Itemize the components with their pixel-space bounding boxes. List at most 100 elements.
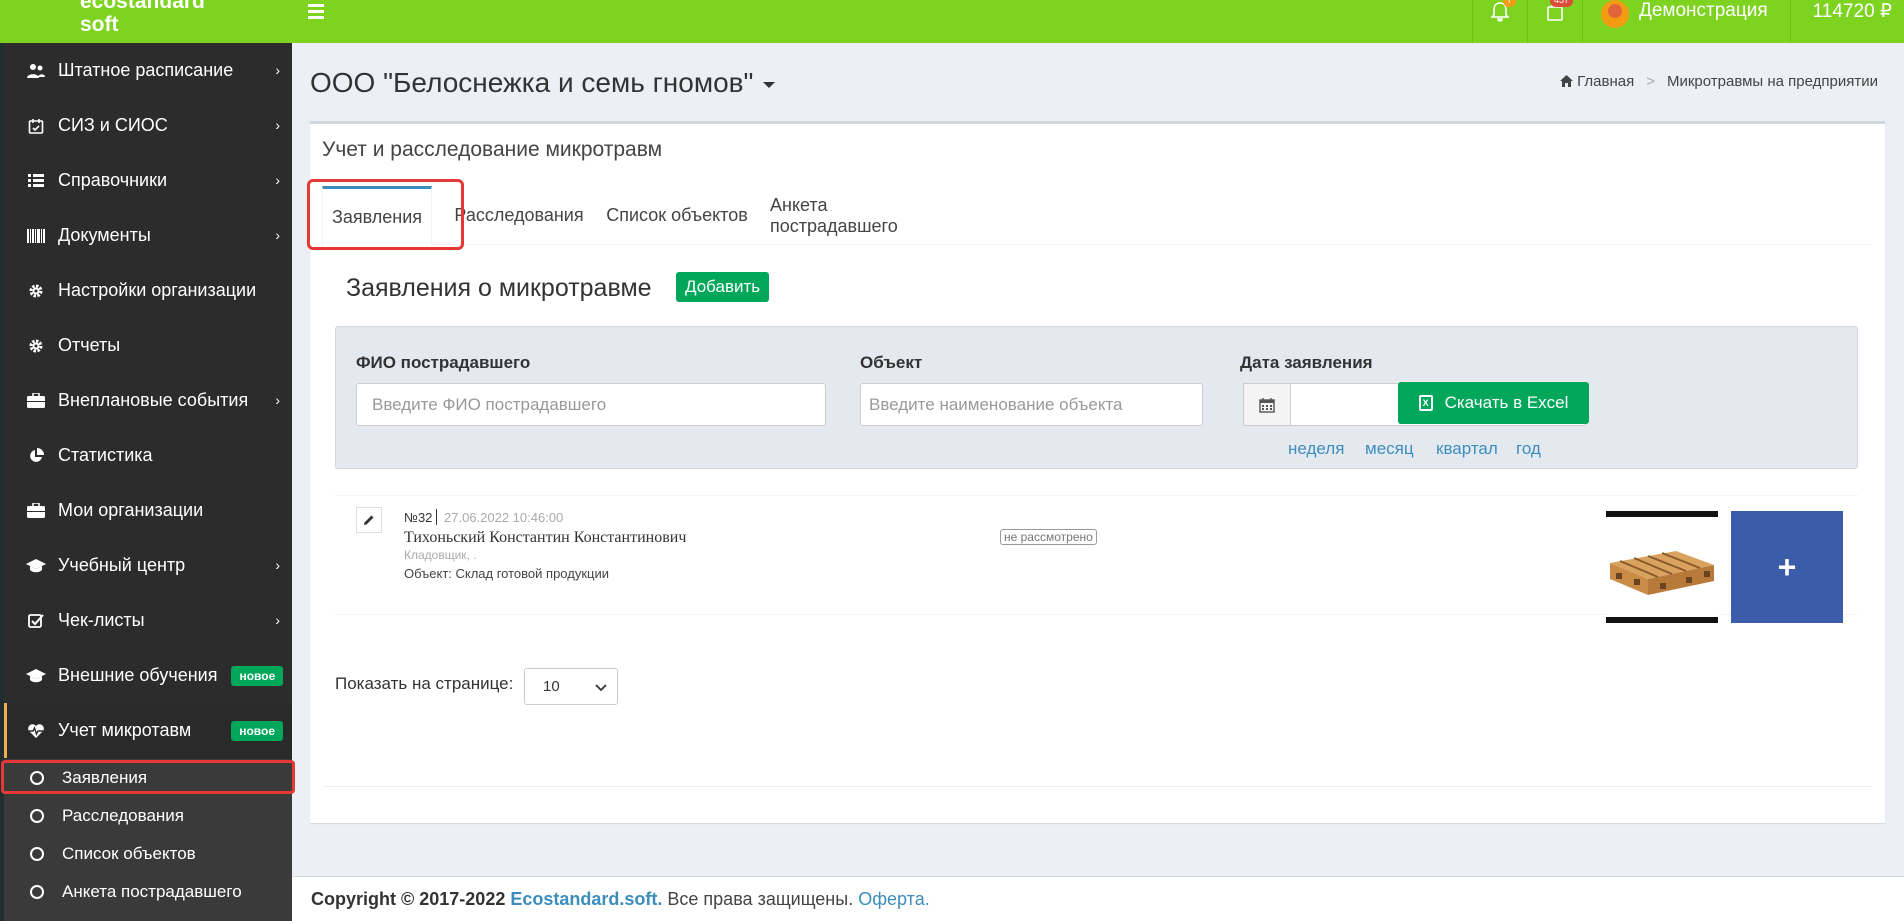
submenu-item-questionnaire[interactable]: Анкета пострадавшего [4, 873, 292, 911]
footer-rights: Все права защищены. [667, 889, 854, 909]
users-icon [26, 63, 46, 79]
record-victim-name: Тихоньский Константин Константинович [404, 529, 687, 546]
graduation-cap-icon [26, 558, 46, 573]
circle-icon [30, 847, 44, 861]
sidebar-item-statistics[interactable]: Статистика [4, 428, 292, 483]
menu-toggle-icon[interactable] [308, 0, 328, 22]
main-box: Учет и расследование микротравм Заявлени… [310, 121, 1885, 823]
new-badge: новое [231, 665, 284, 686]
chevron-right-icon: › [275, 62, 280, 78]
chevron-right-icon: › [275, 557, 280, 573]
org-selector[interactable]: ООО "Белоснежка и семь гномов" [310, 67, 776, 99]
tab-label: Список объектов [606, 205, 748, 225]
gear-icon [26, 338, 46, 354]
check-square-icon [26, 613, 46, 629]
sidebar-item-label: Учебный центр [58, 555, 186, 575]
breadcrumb-current: Микротравмы на предприятии [1666, 73, 1878, 90]
object-input[interactable]: Введите наименование объекта [860, 383, 1203, 426]
highlight-frame-tab [307, 179, 464, 250]
user-menu[interactable]: Демонстрация [1581, 0, 1790, 43]
footer-text: Copyright © 2017-2022 Ecostandard.soft. … [311, 889, 930, 910]
gear-icon [26, 283, 46, 299]
object-label: Объект [860, 353, 923, 372]
add-photo-button[interactable]: + [1731, 511, 1843, 623]
page-size-value: 10 [543, 678, 560, 695]
add-button[interactable]: Добавить [676, 272, 770, 302]
tab-questionnaire[interactable]: Анкета пострадавшего [770, 186, 960, 245]
sidebar-item-training-center[interactable]: Учебный центр › [4, 538, 292, 593]
chevron-right-icon: › [275, 612, 280, 628]
tab-objects[interactable]: Список объектов [604, 186, 750, 245]
footer-brand-link[interactable]: Ecostandard.soft. [510, 889, 662, 909]
record-position: Кладовщик, . [404, 548, 477, 562]
breadcrumb: Главная > Микротравмы на предприятии [1559, 73, 1878, 90]
sidebar-item-reports[interactable]: Отчеты [4, 318, 292, 373]
page-title: ООО "Белоснежка и семь гномов" [310, 67, 754, 98]
sidebar-item-org-settings[interactable]: Настройки организации [4, 263, 292, 318]
separator [436, 509, 437, 525]
footer-offer-link[interactable]: Оферта. [858, 889, 930, 909]
sidebar-item-label: Справочники [58, 170, 168, 190]
submenu-item-objects[interactable]: Список объектов [4, 835, 292, 873]
filter-panel: ФИО пострадавшего Введите ФИО пострадавш… [335, 326, 1858, 469]
fio-label: ФИО пострадавшего [356, 353, 531, 372]
photo-thumbnail[interactable] [1606, 511, 1718, 623]
heartbeat-icon [26, 723, 46, 739]
range-quarter-link[interactable]: квартал [1436, 439, 1498, 459]
edit-pencil-icon[interactable] [356, 507, 382, 533]
sidebar-item-label: Учет микротавм [58, 720, 192, 740]
graduation-cap-icon [26, 668, 46, 683]
sidebar-item-label: Настройки организации [58, 280, 257, 300]
balance[interactable]: 114720 ₽ [1789, 0, 1904, 43]
cart-count-badge: 457 [1549, 0, 1573, 7]
sidebar-item-my-orgs[interactable]: Мои организации [4, 483, 292, 538]
tab-label: Расследования [454, 205, 584, 225]
record-number: №32 [404, 510, 433, 525]
range-year-link[interactable]: год [1516, 439, 1541, 459]
home-icon [1559, 75, 1573, 87]
sidebar-item-references[interactable]: Справочники › [4, 153, 292, 208]
record-object: Объект: Склад готовой продукции [404, 566, 609, 581]
box-title: Учет и расследование микротравм [322, 138, 663, 161]
page-size-label: Показать на странице: [335, 674, 514, 693]
range-week-link[interactable]: неделя [1288, 439, 1344, 459]
sidebar-item-microtrauma[interactable]: Учет микротавм новое [4, 703, 292, 758]
range-month-link[interactable]: месяц [1365, 439, 1414, 459]
breadcrumb-home-label: Главная [1577, 73, 1635, 90]
sidebar-item-documents[interactable]: Документы › [4, 208, 292, 263]
record-datetime: 27.06.2022 10:46:00 [444, 510, 564, 525]
sidebar-item-siz[interactable]: СИЗ и СИОС › [4, 98, 292, 153]
sidebar-item-label: Отчеты [58, 335, 121, 355]
pie-chart-icon [26, 447, 46, 464]
fio-input[interactable]: Введите ФИО пострадавшего [356, 383, 826, 426]
barcode-icon [26, 228, 46, 243]
submenu-item-investigations[interactable]: Расследования [4, 797, 292, 835]
footer: Copyright © 2017-2022 Ecostandard.soft. … [292, 876, 1904, 921]
highlight-frame-sidebar [1, 760, 295, 794]
notifications-button[interactable]: 7 [1471, 0, 1527, 43]
circle-icon [30, 809, 44, 823]
logo-line1: ecostandard [80, 0, 205, 13]
tab-investigations[interactable]: Расследования [454, 186, 584, 245]
sidebar-item-unplanned-events[interactable]: Внеплановые события › [4, 373, 292, 428]
logo-line2: soft [80, 13, 119, 36]
sidebar-item-label: Статистика [58, 445, 153, 465]
page-size-select[interactable]: 10 [524, 668, 618, 705]
chevron-right-icon: › [275, 172, 280, 188]
submenu-item-label: Расследования [62, 806, 184, 825]
cart-button[interactable]: 457 [1526, 0, 1582, 43]
logo[interactable]: ecostandard soft [80, 0, 205, 36]
footer-copyright: Copyright © 2017-2022 [311, 889, 506, 909]
export-excel-button[interactable]: X Скачать в Excel [1398, 382, 1589, 424]
sidebar-item-checklists[interactable]: Чек-листы › [4, 593, 292, 648]
briefcase-icon [26, 503, 46, 518]
calendar-icon[interactable] [1243, 383, 1290, 426]
sidebar-item-external-training[interactable]: Внешние обучения новое [4, 648, 292, 703]
sidebar-item-label: Внешние обучения [58, 665, 218, 685]
chevron-right-icon: › [275, 392, 280, 408]
top-navbar: ecostandard soft 7 457 Демонстрация 1147… [0, 0, 1904, 43]
circle-icon [30, 885, 44, 899]
sidebar-item-staff[interactable]: Штатное расписание › [4, 43, 292, 98]
sidebar-item-label: Штатное расписание [58, 60, 234, 80]
breadcrumb-home[interactable]: Главная [1559, 73, 1635, 90]
